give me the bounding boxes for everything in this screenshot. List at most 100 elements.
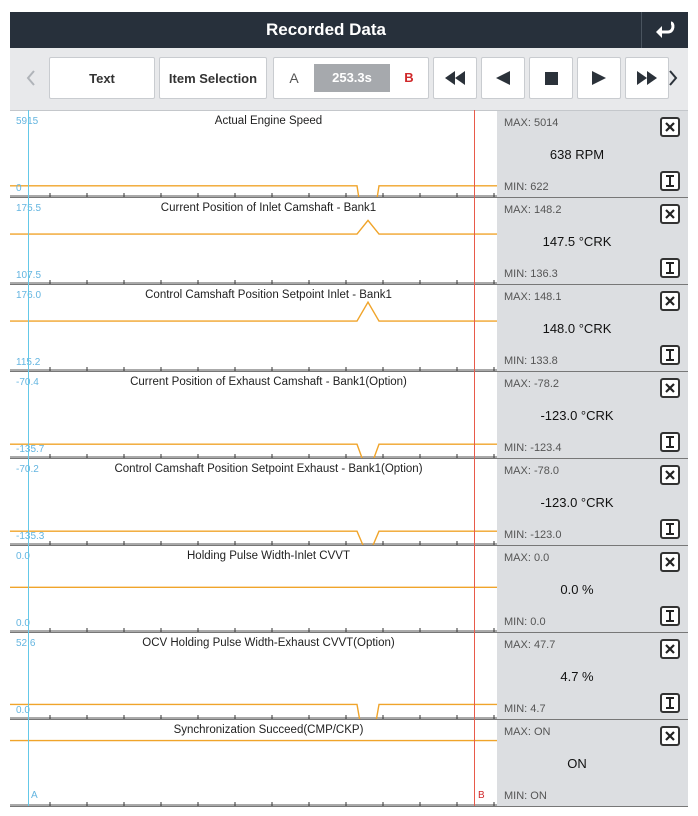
signal-info-button[interactable]	[660, 171, 680, 191]
remove-signal-button[interactable]	[660, 726, 680, 746]
signal-graph[interactable]: 59150Actual Engine Speed	[10, 111, 497, 197]
min-value: MIN: 133.8	[504, 355, 558, 367]
remove-signal-button[interactable]	[660, 204, 680, 224]
signal-name: Current Position of Inlet Camshaft - Ban…	[160, 202, 377, 214]
title-bar: Recorded Data	[10, 12, 688, 48]
signal-trace	[10, 219, 497, 235]
current-value: 638 RPM	[549, 147, 605, 162]
cursor-a-line[interactable]	[28, 110, 29, 806]
ab-time-selector[interactable]: A 253.3s B	[273, 57, 429, 99]
text-button[interactable]: Text	[49, 57, 155, 99]
value-panel: MAX: -78.0 -123.0 °CRK MIN: -123.0	[497, 459, 688, 545]
current-value: 0.0 %	[560, 582, 594, 597]
signal-info-button[interactable]	[660, 519, 680, 539]
fast-forward-icon	[637, 71, 657, 85]
max-value: MAX: 47.7	[504, 639, 556, 651]
max-value: MAX: 5014	[504, 117, 559, 129]
signal-name: Synchronization Succeed(CMP/CKP)	[173, 724, 364, 736]
cursor-b-line[interactable]	[474, 110, 475, 806]
value-panel: MAX: ON ON MIN: ON	[497, 720, 688, 806]
signal-trace	[10, 185, 497, 197]
signal-name: Holding Pulse Width-Inlet CVVT	[187, 550, 350, 562]
cursor-b-marker: B	[478, 790, 485, 801]
current-value: ON	[567, 756, 587, 771]
play-button[interactable]	[577, 57, 621, 99]
signal-panel: 59150Actual Engine Speed MAX: 5014 638 RPM…	[10, 111, 688, 198]
signal-graph[interactable]: -70.4-135.7Current Position of Exhaust C…	[10, 372, 497, 458]
text-cursor-icon	[666, 262, 674, 274]
max-value: MAX: -78.0	[504, 465, 560, 477]
cursor-a-label[interactable]: A	[274, 58, 314, 98]
signal-name: Control Camshaft Position Setpoint Inlet…	[145, 289, 392, 301]
max-value: MAX: 0.0	[504, 552, 550, 564]
signal-name: Current Position of Exhaust Camshaft - B…	[130, 376, 407, 388]
signal-trace	[10, 443, 497, 458]
remove-signal-button[interactable]	[660, 117, 680, 137]
remove-signal-button[interactable]	[660, 639, 680, 659]
signal-name: OCV Holding Pulse Width-Exhaust CVVT(Opt…	[142, 637, 395, 649]
next-page-button[interactable]	[662, 57, 684, 99]
signal-info-button[interactable]	[660, 606, 680, 626]
close-icon	[665, 470, 675, 480]
close-icon	[665, 209, 675, 219]
value-panel: MAX: 5014 638 RPM MIN: 622	[497, 111, 688, 197]
current-value: 147.5 °CRK	[542, 234, 612, 249]
text-cursor-icon	[666, 175, 674, 187]
stop-button[interactable]	[529, 57, 573, 99]
signal-info-button[interactable]	[660, 258, 680, 278]
current-value: -123.0 °CRK	[540, 408, 614, 423]
signal-name: Control Camshaft Position Setpoint Exhau…	[114, 463, 423, 475]
signal-panel: -70.4-135.7Current Position of Exhaust C…	[10, 372, 688, 459]
signal-panel: 52.6 0.0 OCV Holding Pulse Width-Exhaust C…	[10, 633, 688, 720]
back-button[interactable]	[641, 12, 688, 48]
min-value: MIN: ON	[504, 790, 547, 802]
current-value: 4.7 %	[560, 669, 594, 684]
signal-panel: 176.0115.2Control Camshaft Position Setp…	[10, 285, 688, 372]
value-panel: MAX: 148.2 147.5 °CRK MIN: 136.3	[497, 198, 688, 284]
max-value: MAX: ON	[504, 726, 551, 738]
time-display: 253.3s	[314, 64, 390, 92]
signal-trace	[10, 300, 497, 322]
min-value: MIN: 136.3	[504, 268, 558, 280]
signal-graph[interactable]: 0.0 0.0 Holding Pulse Width-Inlet CVVT	[10, 546, 497, 632]
text-cursor-icon	[666, 436, 674, 448]
signal-trace	[10, 703, 497, 719]
chevron-left-icon	[26, 70, 35, 86]
step-back-button[interactable]	[481, 57, 525, 99]
min-value: MIN: 4.7	[504, 703, 546, 715]
remove-signal-button[interactable]	[660, 465, 680, 485]
remove-signal-button[interactable]	[660, 378, 680, 398]
signal-name: Actual Engine Speed	[214, 115, 323, 127]
remove-signal-button[interactable]	[660, 291, 680, 311]
signal-graph[interactable]: 176.0115.2Control Camshaft Position Setp…	[10, 285, 497, 371]
page-title: Recorded Data	[266, 20, 386, 39]
fast-rewind-button[interactable]	[433, 57, 477, 99]
close-icon	[665, 731, 675, 741]
signal-panel: -70.2-135.3Control Camshaft Position Set…	[10, 459, 688, 546]
item-selection-button[interactable]: Item Selection	[159, 57, 267, 99]
close-icon	[665, 557, 675, 567]
cursor-b-label[interactable]: B	[390, 58, 428, 98]
axis-min-label: -135.7	[16, 444, 45, 455]
close-icon	[665, 644, 675, 654]
value-panel: MAX: 148.1 148.0 °CRK MIN: 133.8	[497, 285, 688, 371]
signal-panel: 0.0 0.0 Holding Pulse Width-Inlet CVVT MAX:…	[10, 546, 688, 633]
signal-graph[interactable]: 175.5107.5Current Position of Inlet Cams…	[10, 198, 497, 284]
max-value: MAX: 148.1	[504, 291, 562, 303]
text-cursor-icon	[666, 523, 674, 535]
play-icon	[592, 71, 606, 85]
signal-panel: Synchronization Succeed(CMP/CKP) MAX: ON O…	[10, 720, 688, 807]
signal-graph[interactable]: 52.6 0.0 OCV Holding Pulse Width-Exhaust C…	[10, 633, 497, 719]
signal-graph[interactable]: -70.2-135.3Control Camshaft Position Set…	[10, 459, 497, 545]
signal-graph[interactable]: Synchronization Succeed(CMP/CKP)	[10, 720, 497, 806]
chevron-right-icon	[669, 70, 678, 86]
return-icon	[656, 21, 675, 38]
signal-info-button[interactable]	[660, 693, 680, 713]
signal-info-button[interactable]	[660, 345, 680, 365]
prev-page-button[interactable]	[20, 57, 42, 99]
signal-info-button[interactable]	[660, 432, 680, 452]
close-icon	[665, 122, 675, 132]
axis-max-label: 52.6	[16, 638, 36, 649]
remove-signal-button[interactable]	[660, 552, 680, 572]
stop-icon	[544, 71, 558, 85]
